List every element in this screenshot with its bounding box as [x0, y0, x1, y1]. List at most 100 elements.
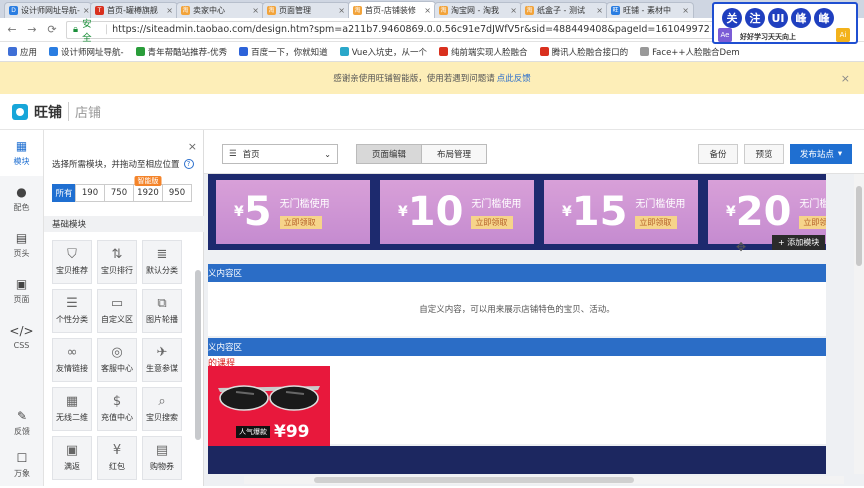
browser-tab[interactable]: 淘卖家中心 ×: [176, 2, 264, 18]
feedback-link[interactable]: 点此反馈: [497, 72, 531, 84]
module-icon: ⧉: [157, 296, 167, 311]
module-tile[interactable]: ▣ 满返: [52, 436, 92, 480]
coupon-card[interactable]: ¥10 无门槛使用 立即领取: [380, 180, 534, 244]
coupon-card[interactable]: ¥15 无门槛使用 立即领取: [544, 180, 698, 244]
tab-close-icon[interactable]: ×: [83, 6, 90, 15]
tab-favicon-icon: 淘: [267, 6, 276, 15]
bookmark-item[interactable]: 青年帮酷站推荐-优秀: [135, 46, 227, 58]
page-select[interactable]: ☰ 首页 ⌄: [222, 144, 338, 164]
back-icon[interactable]: ←: [6, 23, 18, 36]
custom-area-body[interactable]: 自定义内容，可以用来展示店铺特色的宝贝、活动。: [208, 282, 826, 336]
coupon-claim-button[interactable]: 立即领取: [635, 216, 678, 229]
bookmark-item[interactable]: 百度一下，你就知道: [239, 46, 328, 58]
bookmark-item[interactable]: 应用: [8, 46, 37, 58]
tab-close-icon[interactable]: ×: [338, 6, 345, 15]
size-filter-1920[interactable]: 1920 智能版: [133, 176, 163, 202]
size-label: 所有: [55, 189, 73, 199]
browser-tab[interactable]: 淘淘宝网 - 淘我 ×: [434, 2, 522, 18]
custom-area-2-body[interactable]: 的课程 人气爆款 ¥99: [208, 356, 826, 446]
wanxiang-icon: ☐: [16, 451, 28, 465]
tab-close-icon[interactable]: ×: [510, 6, 517, 15]
panel-scrollbar[interactable]: [195, 270, 201, 440]
coupon-claim-button[interactable]: 立即领取: [279, 216, 322, 229]
bookmark-item[interactable]: Face++人脸融合Dem: [640, 46, 740, 58]
tab-close-icon[interactable]: ×: [682, 6, 689, 15]
browser-tab[interactable]: D 设计师网址导航- ×: [4, 2, 92, 18]
rail-item-color[interactable]: ● 配色: [0, 176, 43, 222]
tab-close-icon[interactable]: ×: [424, 6, 431, 15]
rail-item-header[interactable]: ▤ 页头: [0, 222, 43, 268]
size-filter-750[interactable]: 750: [104, 184, 134, 202]
module-tile[interactable]: ⛉ 宝贝推荐: [52, 240, 92, 284]
module-tile[interactable]: ⧉ 图片轮播: [142, 289, 182, 333]
watermark-char: 峰: [814, 8, 834, 28]
module-label: 购物券: [150, 462, 174, 471]
preview-button[interactable]: 预览: [744, 144, 784, 164]
module-icon: ▤: [155, 443, 169, 458]
module-tile[interactable]: ≣ 默认分类: [142, 240, 182, 284]
brand-name: 旺铺: [34, 104, 62, 121]
footer-banner[interactable]: [208, 446, 826, 474]
browser-tab[interactable]: 淘首页-店铺装修 ×: [348, 1, 436, 18]
browser-tab[interactable]: 旺旺铺 - 素材中 ×: [606, 2, 694, 18]
module-tile[interactable]: ▤ 购物券: [142, 436, 182, 480]
custom-area-header[interactable]: 义内容区: [208, 264, 826, 282]
scroll-thumb[interactable]: [856, 186, 862, 266]
module-tile[interactable]: ∞ 友情链接: [52, 338, 92, 382]
tab-close-icon[interactable]: ×: [596, 6, 603, 15]
coupon-claim-button[interactable]: 立即领取: [799, 216, 826, 229]
bookmark-item[interactable]: 纯前端实现人脸融合: [439, 46, 528, 58]
coupon-card[interactable]: ¥5 无门槛使用 立即领取: [216, 180, 370, 244]
tab-mode[interactable]: 布局管理: [421, 144, 487, 164]
tab-mode[interactable]: 页面编辑: [356, 144, 422, 164]
module-tile[interactable]: ⇅ 宝贝排行: [97, 240, 137, 284]
size-filter-所有[interactable]: 所有: [52, 184, 76, 202]
module-tile[interactable]: $ 充值中心: [97, 387, 137, 431]
module-tile[interactable]: ◎ 客服中心: [97, 338, 137, 382]
rail-item-module[interactable]: ▦ 模块: [0, 130, 43, 176]
reload-icon[interactable]: ⟳: [46, 23, 58, 36]
add-module-button[interactable]: + 添加模块: [772, 235, 826, 250]
smart-edition-badge: 智能版: [134, 176, 162, 186]
rail-item-wanxiang[interactable]: ☐ 万象: [0, 442, 44, 488]
product-image[interactable]: 人气爆款 ¥99: [208, 366, 330, 446]
tab-close-icon[interactable]: ×: [166, 6, 173, 15]
browser-tab[interactable]: T 首页-罐樽旗舰 ×: [90, 2, 178, 18]
bookmark-item[interactable]: Vue入坑史，从一个: [339, 46, 427, 58]
help-icon[interactable]: ?: [183, 159, 194, 169]
bookmark-favicon-icon: [8, 47, 17, 56]
module-tile[interactable]: ⌕ 宝贝搜索: [142, 387, 182, 431]
rail-item-page[interactable]: ▣ 页面: [0, 268, 43, 314]
size-filter-950[interactable]: 950: [162, 184, 192, 202]
module-icon: ⇅: [111, 247, 123, 262]
panel-close-icon[interactable]: ×: [188, 140, 197, 153]
module-label: 友情链接: [56, 364, 88, 373]
bookmark-item[interactable]: 设计师网址导航-: [49, 46, 124, 58]
bookmark-item[interactable]: 腾讯人脸融合接口的: [539, 46, 628, 58]
module-tile[interactable]: ▭ 自定义区: [97, 289, 137, 333]
rail-item-css[interactable]: </> CSS: [0, 314, 43, 360]
canvas-horizontal-scrollbar[interactable]: [244, 476, 844, 484]
size-filter-190[interactable]: 190: [75, 184, 105, 202]
scroll-thumb-h[interactable]: [314, 477, 634, 483]
custom-area-2-header[interactable]: 义内容区: [208, 338, 826, 356]
coupon-claim-button[interactable]: 立即领取: [471, 216, 514, 229]
module-tile[interactable]: ¥ 红包: [97, 436, 137, 480]
browser-tab[interactable]: 淘页面管理 ×: [262, 2, 350, 18]
url-text: https://siteadmin.taobao.com/design.htm?…: [112, 24, 711, 35]
backup-button[interactable]: 备份: [698, 144, 738, 164]
browser-tab[interactable]: 淘纸盒子 - 测试 ×: [520, 2, 608, 18]
canvas-vertical-scrollbar[interactable]: [854, 174, 864, 474]
rail-item-feedback[interactable]: ✎ 反馈: [0, 400, 44, 446]
module-tile[interactable]: ☰ 个性分类: [52, 289, 92, 333]
publish-button[interactable]: 发布站点 ▾: [790, 144, 852, 164]
module-tile[interactable]: ✈ 生意参谋: [142, 338, 182, 382]
tab-close-icon[interactable]: ×: [252, 6, 259, 15]
coupon-banner[interactable]: ¥5 无门槛使用 立即领取 ¥10 无门槛使用 立即领取 ¥15 无门槛使用 立即领取 ¥20 无门…: [208, 174, 826, 250]
url-input[interactable]: 🔒︎ 安全 | https://siteadmin.taobao.com/des…: [66, 19, 718, 44]
forward-icon[interactable]: →: [26, 23, 38, 36]
section-basic-modules: 基础模块: [44, 216, 204, 232]
module-tile[interactable]: ▦ 无线二维: [52, 387, 92, 431]
watermark-char: 关: [722, 8, 742, 28]
notice-close-icon[interactable]: ×: [841, 72, 850, 85]
